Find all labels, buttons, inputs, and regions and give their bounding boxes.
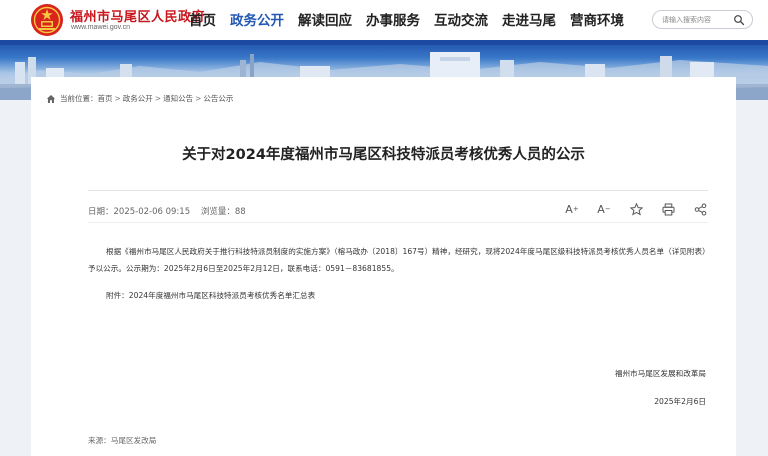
breadcrumb-public-announcements[interactable]: 公告公示	[203, 93, 233, 104]
font-decrease-sign: −	[604, 205, 611, 213]
breadcrumb-separator: >	[114, 94, 121, 103]
publish-date: 日期：2025-02-06 09:15	[88, 207, 191, 217]
breadcrumb-separator: >	[195, 94, 202, 103]
attachment-link[interactable]: 附件：2024年度福州市马尾区科技特派员考核优秀名单汇总表	[106, 290, 315, 301]
article-title: 关于对2024年度福州市马尾区科技特派员考核优秀人员的公示	[182, 147, 585, 163]
font-decrease-icon[interactable]: A −	[596, 201, 612, 217]
breadcrumb-government-affairs[interactable]: 政务公开	[123, 93, 153, 104]
site-name[interactable]: 福州市马尾区人民政府	[70, 6, 205, 25]
search-box	[652, 10, 753, 29]
search-input[interactable]	[662, 14, 734, 26]
nav-item-interpretation[interactable]: 解读回应	[298, 9, 352, 29]
site-url: www.mawei.gov.cn	[71, 24, 131, 31]
nav-item-home[interactable]: 首页	[189, 9, 216, 29]
article-body: 根据《福州市马尾区人民政府关于推行科技特派员制度的实施方案》（榕马政办〔2018…	[88, 243, 708, 277]
national-emblem-icon[interactable]	[30, 3, 64, 37]
content-card: 当前位置： 首页 > 政务公开 > 通知公告 > 公告公示 关于对2024年度福…	[31, 77, 736, 456]
search-icon[interactable]	[733, 14, 745, 26]
article-source: 来源：马尾区发改局	[88, 436, 157, 445]
breadcrumb-separator: >	[154, 94, 162, 103]
issue-date: 2025年2月6日	[654, 397, 706, 406]
meta-divider	[88, 222, 708, 223]
nav-item-interaction[interactable]: 互动交流	[434, 9, 488, 29]
nav-item-about-mawei[interactable]: 走进马尾	[502, 9, 556, 29]
breadcrumb-prefix: 当前位置：	[60, 94, 98, 103]
site-header: 福州市马尾区人民政府 www.mawei.gov.cn 首页 政务公开 解读回应…	[0, 0, 768, 40]
article-meta: 日期：2025-02-06 09:15 浏览量：88	[88, 205, 254, 217]
title-divider	[88, 190, 708, 191]
star-icon-shape	[629, 202, 643, 216]
nav-item-government-affairs[interactable]: 政务公开	[230, 9, 284, 29]
breadcrumb-home[interactable]: 首页	[98, 93, 113, 104]
issuing-department: 福州市马尾区发展和改革局	[614, 369, 706, 378]
breadcrumb-notices[interactable]: 通知公告	[163, 93, 193, 104]
print-icon[interactable]	[660, 201, 676, 217]
nav-item-services[interactable]: 办事服务	[366, 9, 420, 29]
printer-shape	[662, 203, 674, 215]
share-shape	[694, 203, 706, 215]
share-icon[interactable]	[692, 201, 708, 217]
article-tools: A + A −	[564, 201, 708, 217]
view-count: 浏览量：88	[200, 207, 246, 217]
article-paragraph: 根据《福州市马尾区人民政府关于推行科技特派员制度的实施方案》（榕马政办〔2018…	[88, 247, 706, 273]
star-icon[interactable]	[628, 201, 644, 217]
font-increase-icon[interactable]: A +	[564, 201, 580, 217]
font-increase-glyph: A	[565, 202, 573, 216]
font-decrease-glyph: A	[597, 202, 605, 216]
breadcrumb: 当前位置： 首页 > 政务公开 > 通知公告 > 公告公示	[46, 93, 233, 104]
nav-item-business-environment[interactable]: 营商环境	[570, 9, 624, 29]
main-nav: 首页 政务公开 解读回应 办事服务 互动交流 走进马尾 营商环境	[189, 9, 638, 29]
home-icon	[46, 94, 56, 103]
font-increase-sign: +	[572, 205, 579, 213]
